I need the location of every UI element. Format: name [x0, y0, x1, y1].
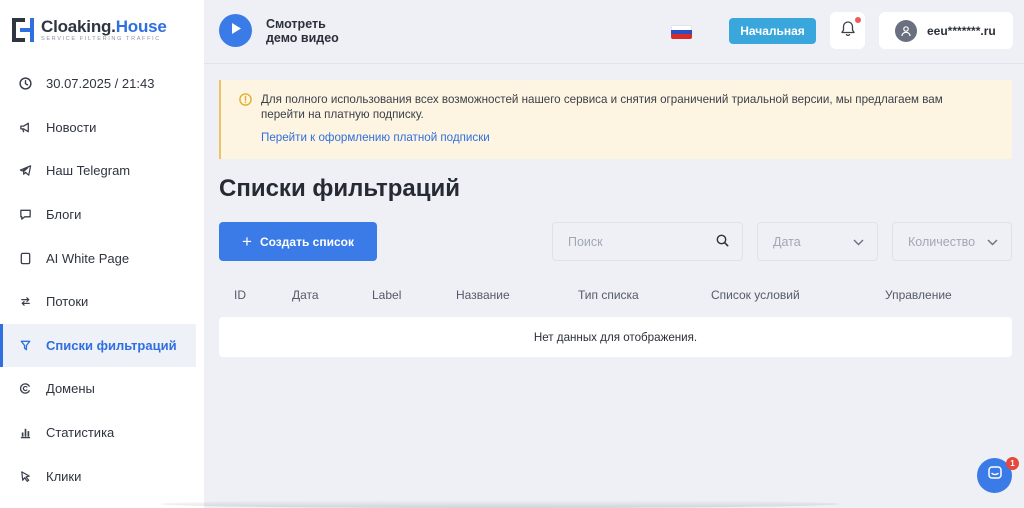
domain-icon	[18, 382, 32, 396]
column-header-label[interactable]: Label	[372, 288, 401, 302]
clock-icon	[18, 77, 32, 91]
sidebar-item-blogs[interactable]: Блоги	[0, 193, 204, 237]
sidebar-item-news[interactable]: Новости	[0, 106, 204, 150]
date-select-label: Дата	[773, 234, 801, 249]
column-header-list-type[interactable]: Тип списка	[578, 288, 639, 302]
sidebar-item-label: 30.07.2025 / 21:43	[46, 76, 155, 92]
table-empty-row: Нет данных для отображения.	[219, 317, 1012, 357]
russia-flag-icon[interactable]	[671, 25, 692, 39]
date-select[interactable]: Дата	[757, 222, 878, 261]
sidebar-item-label: Клики	[46, 468, 82, 484]
logo-mark-icon	[12, 16, 34, 44]
logo-title: Cloaking.House	[41, 16, 167, 36]
filter-icon	[18, 338, 32, 352]
sidebar-item-flows[interactable]: Потоки	[0, 280, 204, 324]
alert-message: Для полного использования всех возможнос…	[261, 93, 943, 121]
cursor-icon	[18, 469, 32, 483]
sidebar-item-domains[interactable]: Домены	[0, 367, 204, 411]
count-select-label: Количество	[908, 234, 976, 249]
column-header-name[interactable]: Название	[456, 288, 510, 302]
create-list-button[interactable]: + Создать список	[219, 222, 377, 261]
sidebar-item-label: Новости	[46, 119, 97, 135]
column-header-id[interactable]: ID	[234, 288, 246, 302]
trial-alert: Для полного использования всех возможнос…	[219, 80, 1012, 159]
search-placeholder: Поиск	[568, 234, 603, 249]
chevron-down-icon	[987, 235, 998, 249]
demo-line-1: Смотреть	[266, 17, 326, 31]
sidebar-item-ai-white-page[interactable]: AI White Page	[0, 236, 204, 280]
top-header: Смотреть демо видео Начальная eeu*******…	[204, 0, 1024, 64]
notification-dot	[855, 17, 861, 23]
bell-icon	[840, 20, 856, 42]
demo-video-link[interactable]: Смотреть демо видео	[266, 17, 339, 45]
sidebar-item-label: Наш Telegram	[46, 163, 131, 179]
chat-bubble-icon	[18, 208, 32, 222]
search-input[interactable]: Поиск	[552, 222, 743, 261]
stats-icon	[18, 426, 32, 440]
play-icon	[230, 22, 242, 40]
user-menu[interactable]: eeu*******.ru	[879, 12, 1013, 49]
telegram-icon	[18, 164, 32, 178]
upgrade-subscription-link[interactable]: Перейти к оформлению платной подписки	[261, 131, 490, 144]
sidebar-item-statistics[interactable]: Статистика	[0, 411, 204, 455]
bottom-shadow	[160, 500, 840, 508]
sidebar-item-clicks[interactable]: Клики	[0, 454, 204, 498]
sidebar: Cloaking.House SERVICE FILTERING TRAFFIC…	[0, 0, 204, 508]
sidebar-item-label: Блоги	[46, 207, 82, 223]
count-select[interactable]: Количество	[892, 222, 1012, 261]
home-button[interactable]: Начальная	[729, 18, 816, 44]
sidebar-item-label: AI White Page	[46, 250, 130, 266]
chat-icon	[987, 465, 1003, 486]
chat-unread-badge: 1	[1006, 457, 1019, 470]
column-header-actions: Управление	[885, 288, 952, 302]
sidebar-item-telegram[interactable]: Наш Telegram	[0, 149, 204, 193]
sidebar-item-datetime[interactable]: 30.07.2025 / 21:43	[0, 62, 204, 106]
demo-line-2: демо видео	[266, 31, 339, 45]
page-title: Списки фильтраций	[219, 175, 461, 202]
sidebar-item-label: Домены	[46, 381, 95, 397]
sidebar-item-label: Статистика	[46, 425, 115, 441]
avatar	[895, 19, 917, 42]
document-icon	[18, 251, 32, 265]
megaphone-icon	[18, 120, 32, 134]
sidebar-nav: 30.07.2025 / 21:43 Новости Наш Telegram …	[0, 62, 204, 498]
sidebar-item-label: Списки фильтраций	[46, 337, 177, 353]
table-header: ID Дата Label Название Тип списка Список…	[219, 288, 1012, 306]
column-header-conditions[interactable]: Список условий	[711, 288, 800, 302]
column-header-date[interactable]: Дата	[292, 288, 319, 302]
logo-tagline: SERVICE FILTERING TRAFFIC	[41, 35, 161, 42]
flows-icon	[18, 295, 32, 309]
chevron-down-icon	[853, 235, 864, 249]
user-email: eeu*******.ru	[927, 23, 996, 38]
notifications-button[interactable]	[830, 12, 865, 49]
logo[interactable]: Cloaking.House SERVICE FILTERING TRAFFIC	[12, 16, 167, 44]
sidebar-item-filter-lists[interactable]: Списки фильтраций	[0, 323, 196, 368]
sidebar-item-label: Потоки	[46, 294, 89, 310]
warning-icon	[239, 93, 252, 111]
empty-message: Нет данных для отображения.	[533, 330, 698, 344]
create-list-label: Создать список	[259, 234, 354, 249]
search-icon	[716, 234, 729, 250]
plus-icon: +	[242, 232, 252, 251]
play-demo-button[interactable]	[219, 14, 252, 47]
